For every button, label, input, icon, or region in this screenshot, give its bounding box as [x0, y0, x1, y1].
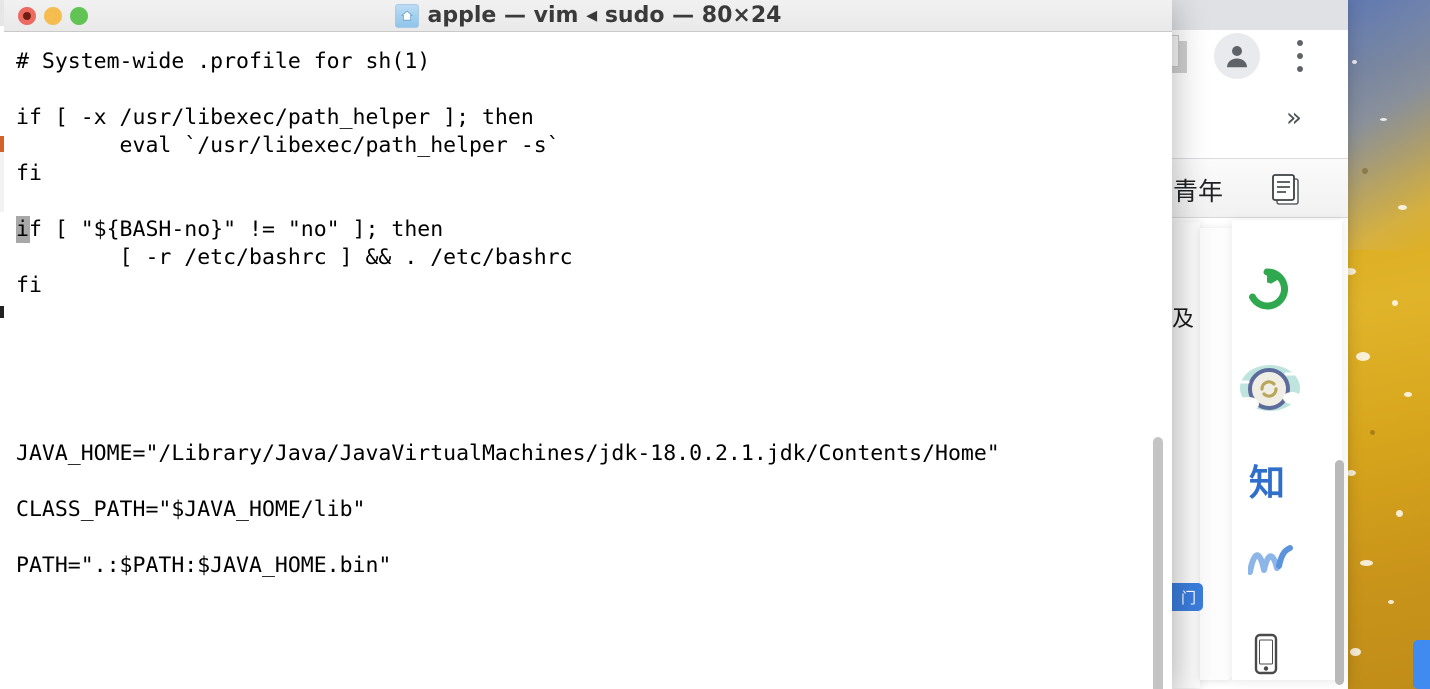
green-swirl-logo-icon[interactable]	[1245, 267, 1289, 311]
close-window-button[interactable]	[18, 6, 36, 25]
background-window-accent	[0, 136, 4, 152]
profile-avatar[interactable]	[1214, 33, 1260, 79]
profile-avatar-icon	[1227, 46, 1247, 68]
documents-icon[interactable]	[1266, 170, 1306, 210]
browser-scrollbar[interactable]	[1335, 460, 1344, 685]
three-dot-menu-button[interactable]	[1292, 40, 1308, 73]
wallpaper-speck	[1360, 560, 1373, 566]
background-window-edge	[0, 152, 4, 212]
background-window-accent	[0, 306, 4, 318]
wallpaper-speck	[1362, 168, 1368, 174]
mobile-phone-icon[interactable]	[1250, 632, 1282, 677]
wallpaper-speck	[1370, 430, 1375, 435]
terminal-scrollbar[interactable]	[1153, 437, 1163, 689]
blue-wave-logo-icon[interactable]	[1247, 542, 1294, 580]
page-text-fragment: 及	[1172, 307, 1195, 332]
wallpaper-speck	[1404, 392, 1412, 397]
stacked-page-card	[1200, 228, 1232, 680]
overflow-chevron-icon[interactable]: »	[1286, 105, 1302, 131]
wallpaper-speck	[1380, 118, 1387, 121]
wallpaper-speck	[1398, 205, 1407, 210]
bookmark-item-label[interactable]: 青年	[1173, 172, 1223, 208]
browser-tab-strip[interactable]	[1155, 0, 1348, 30]
terminal-text-buffer: # System-wide .profile for sh(1) if [ -x…	[16, 49, 1000, 578]
minimize-window-button[interactable]	[44, 6, 62, 25]
wallpaper-speck	[1392, 300, 1398, 306]
terminal-title-bar[interactable]: apple — vim ◂ sudo — 80×24	[4, 0, 1172, 32]
stacked-page-card	[1170, 222, 1200, 688]
zhihu-logo-mark[interactable]: 知	[1249, 466, 1285, 502]
three-dot-menu-icon	[1297, 66, 1303, 72]
window-traffic-lights	[18, 0, 88, 31]
three-dot-menu-icon	[1297, 40, 1303, 46]
wallpaper-speck	[1396, 510, 1403, 517]
wallpaper-speck	[1388, 600, 1394, 604]
wallpaper-speck	[1352, 60, 1357, 64]
terminal-title-group: apple — vim ◂ sudo — 80×24	[394, 3, 782, 28]
background-window-edge	[0, 0, 4, 26]
terminal-content-area[interactable]: # System-wide .profile for sh(1) if [ -x…	[4, 32, 1172, 689]
terminal-window-title: apple — vim ◂ sudo — 80×24	[427, 3, 782, 28]
terminal-window: apple — vim ◂ sudo — 80×24 # System-wide…	[4, 0, 1172, 689]
background-window-edge	[0, 26, 4, 136]
background-window-edge	[0, 318, 4, 689]
terminal-home-icon	[394, 3, 419, 28]
cloud-sync-icon[interactable]	[1231, 358, 1306, 418]
maximize-window-button[interactable]	[70, 6, 88, 25]
wallpaper-speck	[1356, 352, 1370, 361]
wallpaper-speck	[1350, 648, 1361, 656]
background-window-edge	[0, 212, 4, 306]
dock-app-tile[interactable]	[1413, 640, 1430, 689]
wallpaper-blue-patch	[1335, 0, 1430, 250]
three-dot-menu-icon	[1297, 53, 1303, 59]
